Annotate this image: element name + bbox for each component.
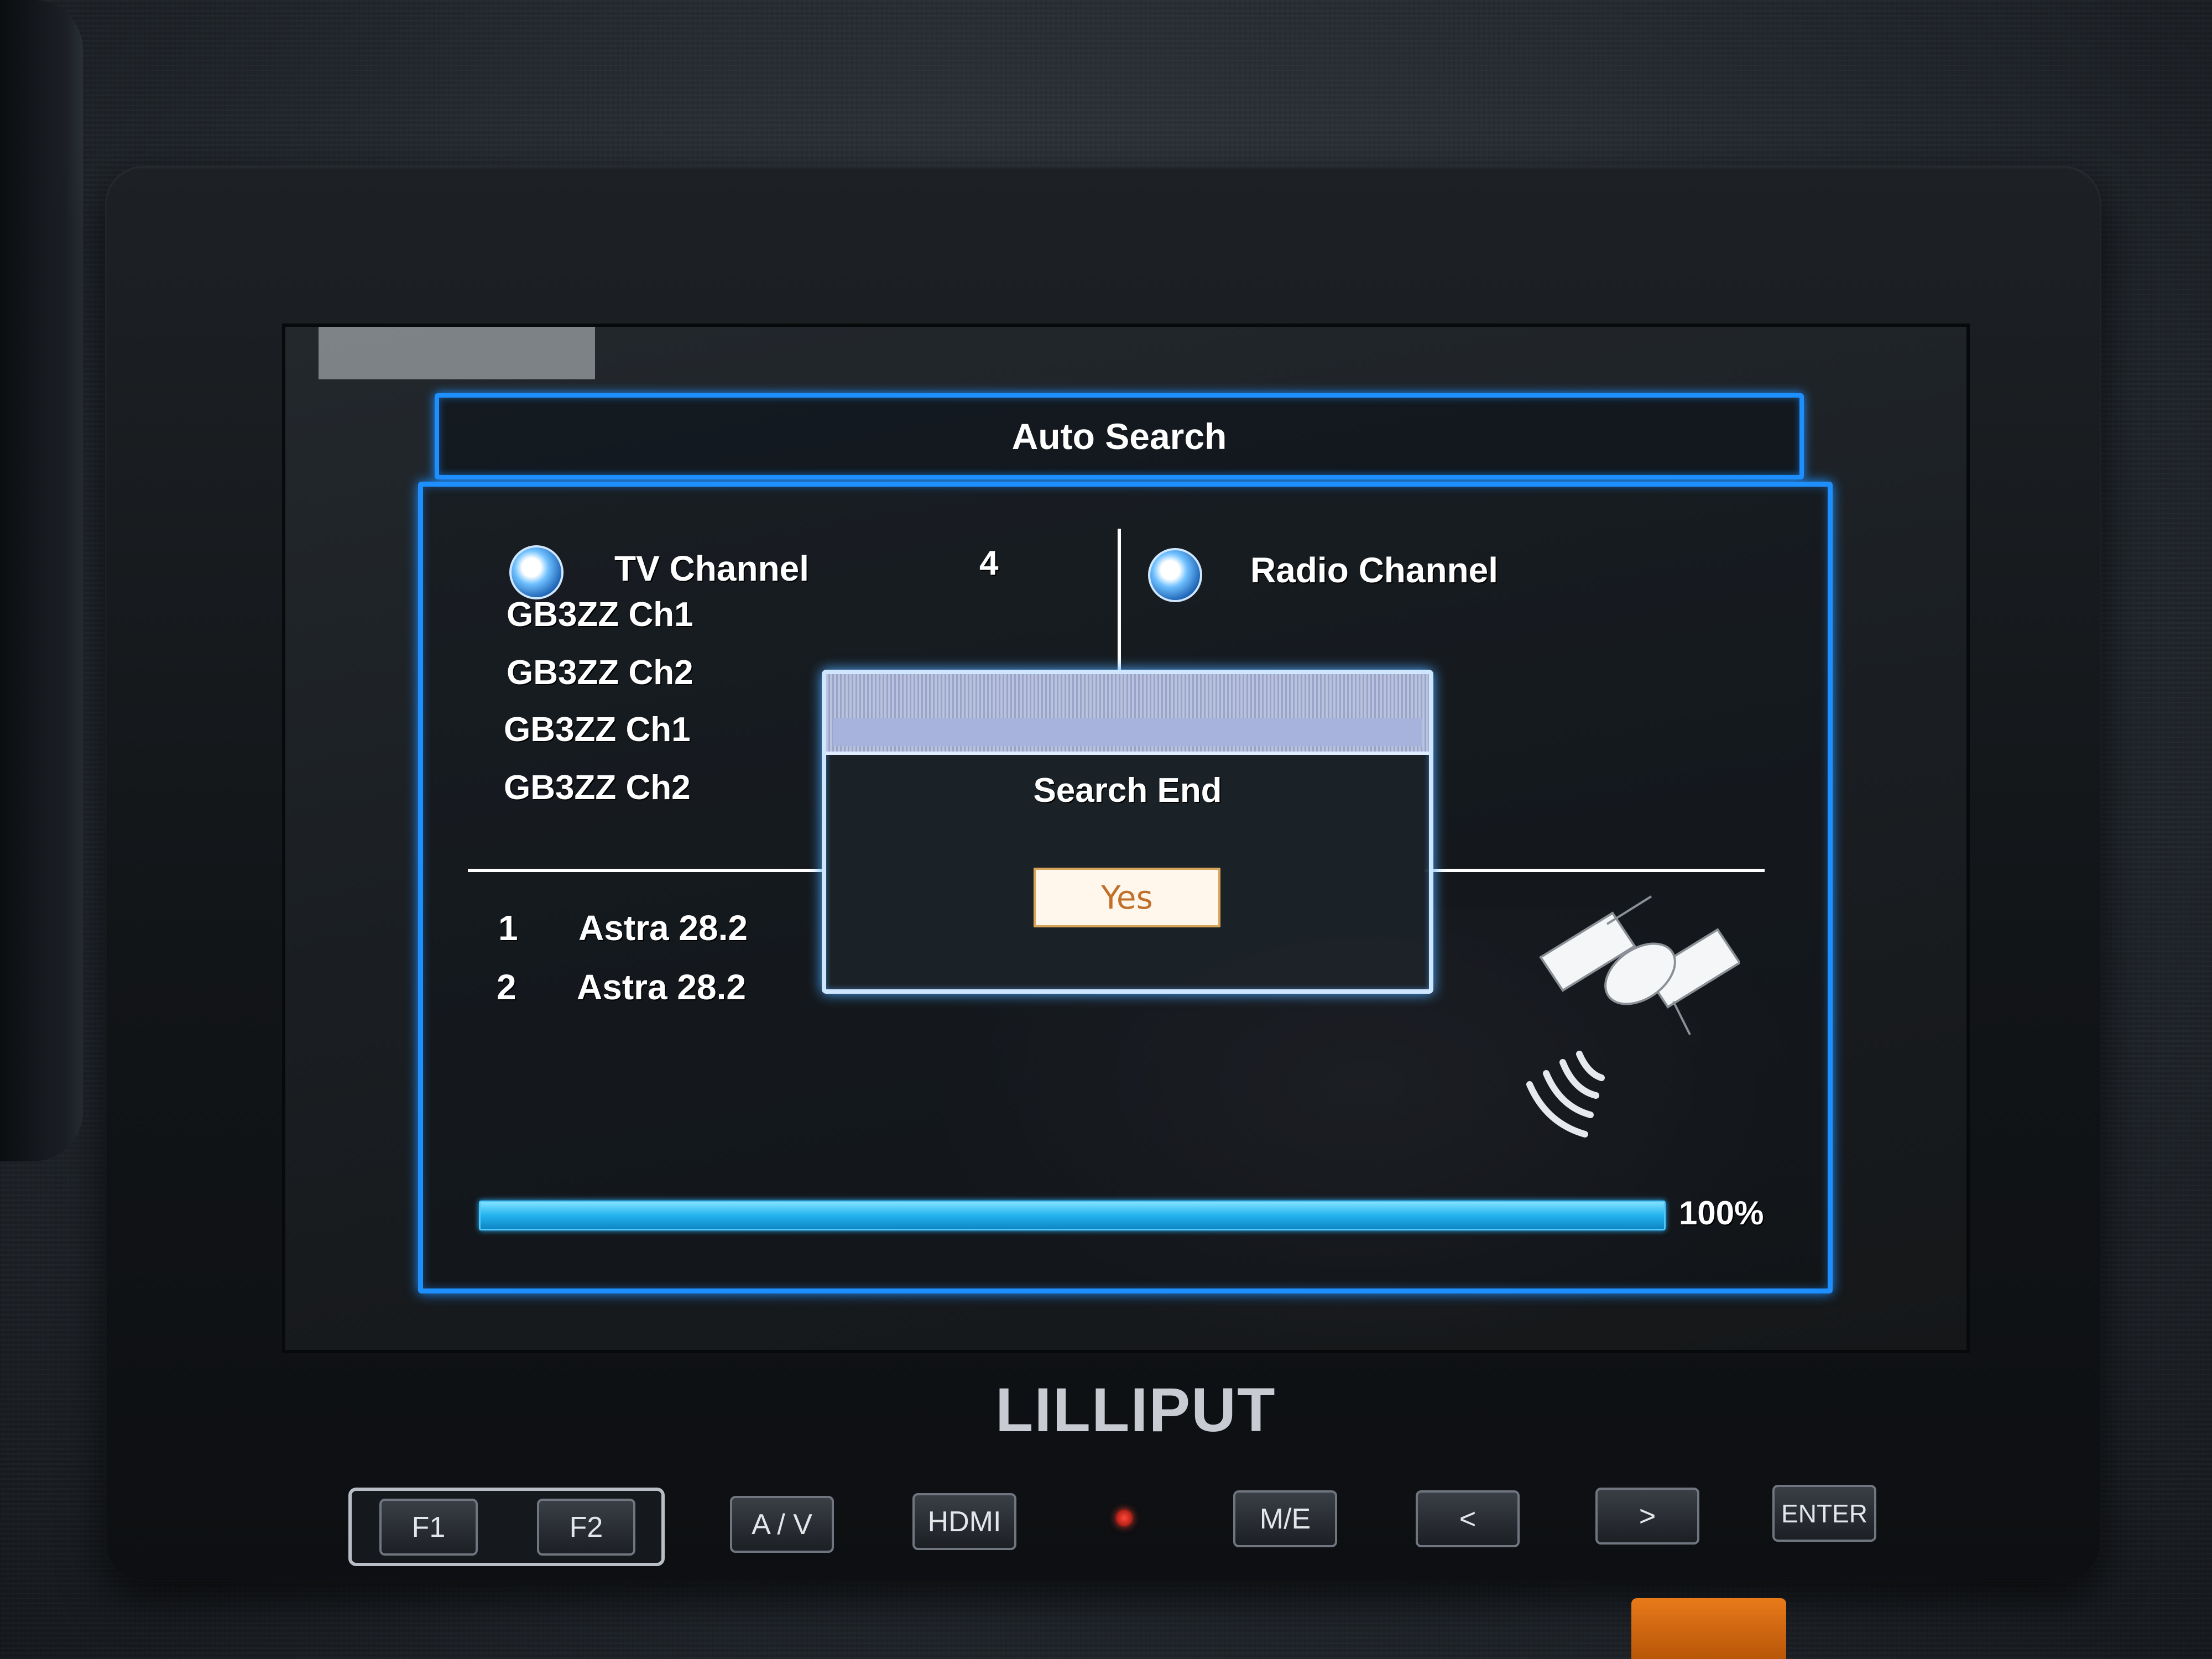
satellite-icon xyxy=(1526,895,1740,1138)
channel-list-item: GB3ZZ Ch2 xyxy=(504,769,691,807)
channel-list-item: GB3ZZ Ch1 xyxy=(504,711,691,749)
osd-title-bar: Auto Search xyxy=(435,393,1804,479)
tv-channel-count: 4 xyxy=(979,544,999,582)
channel-list-item: GB3ZZ Ch1 xyxy=(507,596,693,634)
search-end-dialog: Search End Yes xyxy=(822,670,1433,994)
f2-button[interactable]: F2 xyxy=(537,1499,635,1556)
brand-logo: LILLIPUT xyxy=(995,1375,1276,1444)
radio-globe-icon xyxy=(1148,548,1202,602)
yes-button[interactable]: Yes xyxy=(1034,868,1220,927)
transponder-number: 2 xyxy=(497,967,517,1007)
hdmi-button[interactable]: HDMI xyxy=(912,1493,1016,1550)
dialog-message: Search End xyxy=(1033,771,1222,810)
dialog-header-band xyxy=(833,718,1422,746)
transponder-number: 1 xyxy=(498,908,518,948)
left-arrow-button[interactable]: < xyxy=(1416,1490,1520,1547)
radio-channel-label: Radio Channel xyxy=(1250,550,1499,590)
progress-percent: 100% xyxy=(1679,1194,1764,1232)
auto-search-osd: Auto Search TV Channel 4 GB3ZZ Ch1 GB3ZZ… xyxy=(285,327,1966,1350)
av-button[interactable]: A / V xyxy=(730,1496,834,1553)
monitor-screen: Auto Search TV Channel 4 GB3ZZ Ch1 GB3ZZ… xyxy=(282,324,1970,1353)
dialog-header xyxy=(826,674,1429,755)
right-arrow-button[interactable]: > xyxy=(1595,1488,1699,1545)
left-background-object xyxy=(0,0,83,1161)
function-button-group: F1 F2 xyxy=(348,1488,665,1566)
orange-connector xyxy=(1631,1598,1786,1659)
tv-globe-icon xyxy=(509,545,564,599)
transponder-name: Astra 28.2 xyxy=(577,967,746,1007)
tv-channel-label: TV Channel xyxy=(614,549,810,588)
f1-button[interactable]: F1 xyxy=(379,1499,478,1556)
enter-button[interactable]: ENTER xyxy=(1772,1485,1876,1542)
me-button[interactable]: M/E xyxy=(1233,1490,1337,1547)
list-divider-right xyxy=(1425,869,1765,872)
channel-list-item: GB3ZZ Ch2 xyxy=(507,654,693,692)
transponder-name: Astra 28.2 xyxy=(578,908,748,948)
osd-title: Auto Search xyxy=(1011,416,1227,457)
power-led xyxy=(1116,1510,1133,1526)
search-progress-fill xyxy=(481,1202,1664,1229)
list-divider-left xyxy=(468,869,822,872)
search-progress-bar xyxy=(479,1201,1666,1230)
